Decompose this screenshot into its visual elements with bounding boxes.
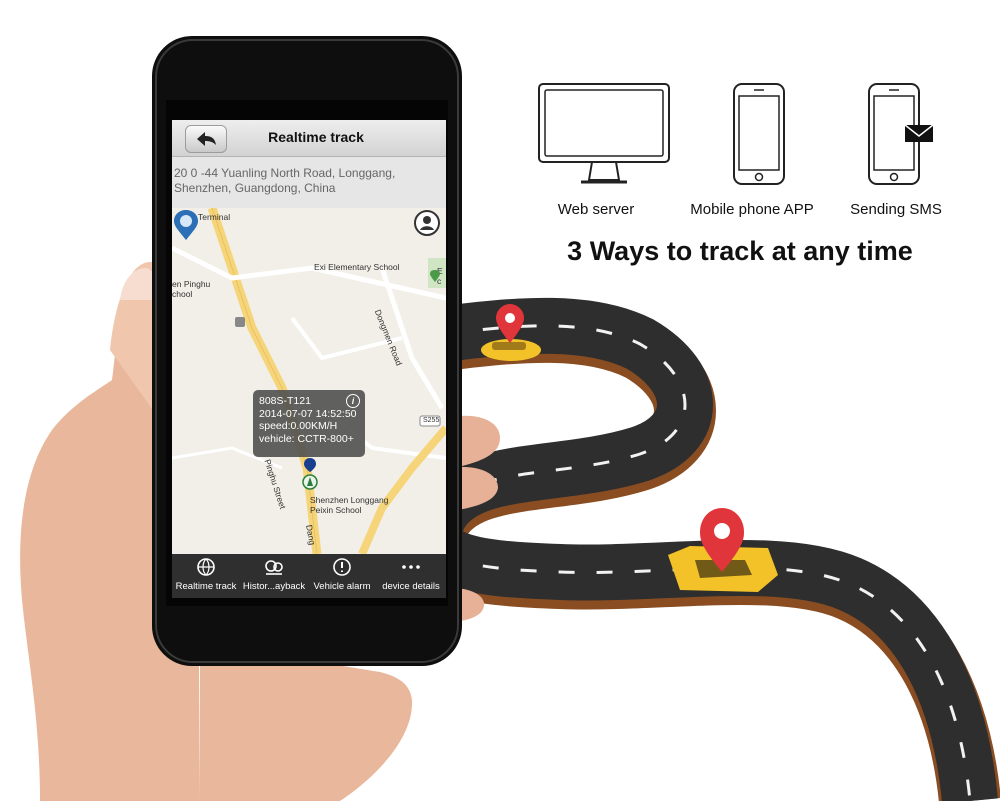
map-label-terminal: Terminal (198, 212, 231, 222)
map-streets (172, 208, 446, 554)
toolbar-device-details[interactable]: device details (376, 554, 446, 598)
scene-illustration (20, 36, 1000, 801)
map-road-sign: S255 (423, 417, 440, 424)
smartphone-icon (733, 83, 785, 185)
more-dots-icon (402, 565, 420, 569)
back-arrow-icon (197, 132, 216, 146)
park-marker-icon (430, 270, 440, 282)
toolbar-label: device details (382, 581, 440, 592)
toolbar-label: Vehicle alarm (313, 581, 371, 592)
toolbar-vehicle-alarm[interactable]: Vehicle alarm (308, 554, 376, 598)
map-label-longgang: Shenzhen Longgang (310, 495, 389, 505)
poi-marker-icon (235, 317, 245, 327)
terminal-location-marker-icon[interactable] (174, 210, 198, 240)
vehicle-marker-icon[interactable] (300, 456, 320, 492)
back-button[interactable] (185, 125, 227, 153)
popup-device-id: 808S-T121 (259, 395, 311, 407)
page-title: Realtime track (268, 129, 364, 145)
info-icon[interactable]: i (346, 394, 360, 408)
toolbar-label: Histor...ayback (242, 581, 306, 592)
globe-icon (197, 558, 215, 576)
user-profile-icon[interactable] (414, 210, 440, 240)
popup-datetime: 2014-07-07 14:52:50 (259, 407, 357, 420)
app-title-bar: Realtime track (172, 120, 446, 157)
monitor-icon (538, 83, 670, 184)
alert-icon (333, 558, 351, 576)
way-label-sms: Sending SMS (850, 201, 942, 218)
toolbar-realtime-track[interactable]: Realtime track (172, 554, 240, 598)
headline: 3 Ways to track at any time (567, 236, 913, 266)
map-label-peixin-school: Peixin School (310, 505, 362, 515)
popup-speed: speed:0.00KM/H (259, 420, 338, 432)
taxi-car-small (481, 339, 541, 361)
current-address: 20 0 -44 Yuanling North Road, Longgang, … (172, 157, 446, 208)
bottom-toolbar: Realtime track Histor...ayback Vehicle a… (172, 554, 446, 598)
envelope-icon (904, 124, 934, 142)
map-view[interactable]: Terminal Exi Elementary School en Pinghu… (172, 208, 446, 554)
sms-phone-icon (868, 83, 934, 185)
map-label-pinghu-2: chool (172, 289, 193, 299)
vehicle-info-popup[interactable]: 808S-T121 2014-07-07 14:52:50 speed:0.00… (253, 390, 365, 457)
map-label-pinghu: en Pinghu (172, 279, 211, 289)
way-label-web-server: Web server (557, 201, 635, 218)
way-label-mobile-app: Mobile phone APP (690, 201, 814, 218)
toolbar-history-playback[interactable]: Histor...ayback (240, 554, 308, 598)
film-reel-icon (265, 560, 283, 575)
map-label-exi-school: Exi Elementary School (314, 262, 400, 272)
phone-screen: Realtime track 20 0 -44 Yuanling North R… (172, 120, 446, 598)
toolbar-label: Realtime track (175, 581, 237, 592)
popup-vehicle: vehicle: CCTR-800+ (259, 432, 354, 445)
